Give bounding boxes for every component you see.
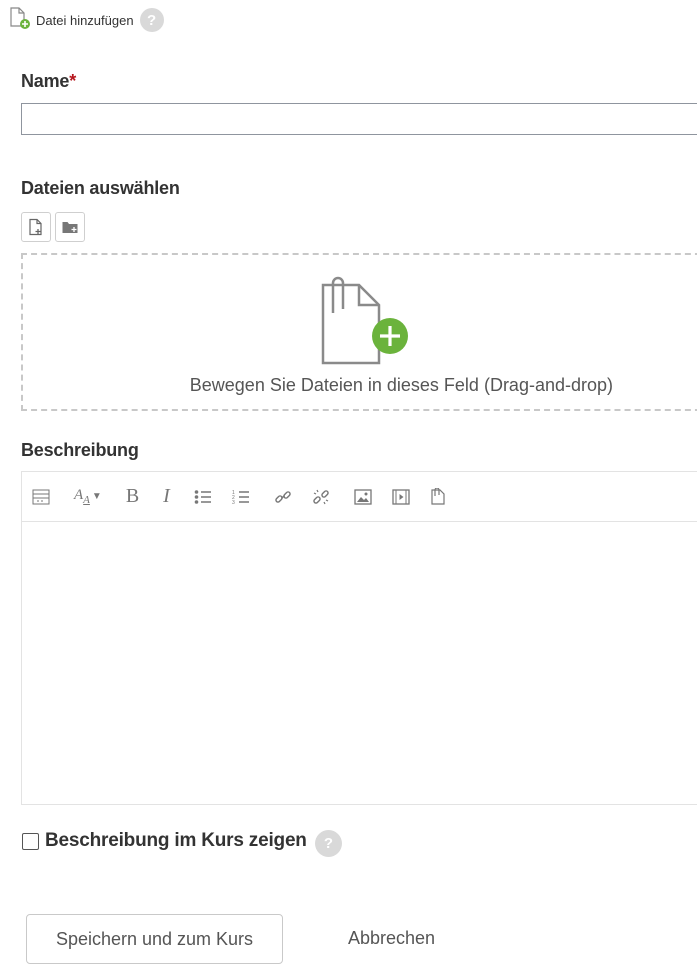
help-icon[interactable]: ? — [139, 8, 164, 32]
image-icon[interactable] — [354, 485, 372, 509]
collapse-icon[interactable] — [32, 485, 50, 509]
page-title: Datei hinzufügen — [36, 12, 134, 28]
page-header: Datei hinzufügen ? — [8, 6, 164, 35]
manage-files-icon[interactable] — [430, 485, 446, 509]
editor-content-area[interactable] — [22, 522, 697, 806]
show-description-checkbox[interactable] — [22, 833, 39, 850]
name-label: Name* — [21, 71, 76, 92]
file-picker-toolbar — [21, 212, 85, 242]
files-label: Dateien auswählen — [21, 178, 180, 198]
add-file-icon — [29, 218, 42, 236]
media-icon[interactable] — [392, 485, 410, 509]
link-icon[interactable] — [274, 485, 292, 509]
required-mark: * — [69, 71, 77, 91]
description-label: Beschreibung — [21, 440, 139, 460]
description-editor: AA ▼ B I 123 — [21, 471, 697, 805]
font-style-icon[interactable]: AA ▼ — [74, 485, 102, 509]
name-input[interactable] — [21, 103, 697, 135]
cancel-button[interactable]: Abbrechen — [348, 928, 435, 949]
unordered-list-icon[interactable] — [194, 485, 212, 509]
editor-toolbar: AA ▼ B I 123 — [22, 472, 697, 522]
bold-icon[interactable]: B — [126, 485, 139, 509]
show-description-label: Beschreibung im Kurs zeigen — [45, 830, 307, 851]
dropzone-text: Bewegen Sie Dateien in dieses Feld (Drag… — [189, 375, 613, 395]
ordered-list-icon[interactable]: 123 — [232, 485, 250, 509]
file-dropzone[interactable]: Bewegen Sie Dateien in dieses Feld (Drag… — [21, 253, 697, 411]
file-upload-icon — [321, 276, 408, 365]
svg-text:3: 3 — [232, 500, 235, 505]
name-label-text: Name — [21, 71, 70, 91]
add-file-button[interactable] — [21, 212, 51, 242]
create-folder-button[interactable] — [55, 212, 85, 242]
save-and-return-button[interactable]: Speichern und zum Kurs — [26, 914, 283, 964]
italic-icon[interactable]: I — [163, 485, 170, 509]
add-file-icon — [8, 6, 32, 35]
help-icon[interactable]: ? — [315, 830, 342, 857]
unlink-icon[interactable] — [312, 485, 330, 509]
create-folder-icon — [62, 222, 78, 233]
